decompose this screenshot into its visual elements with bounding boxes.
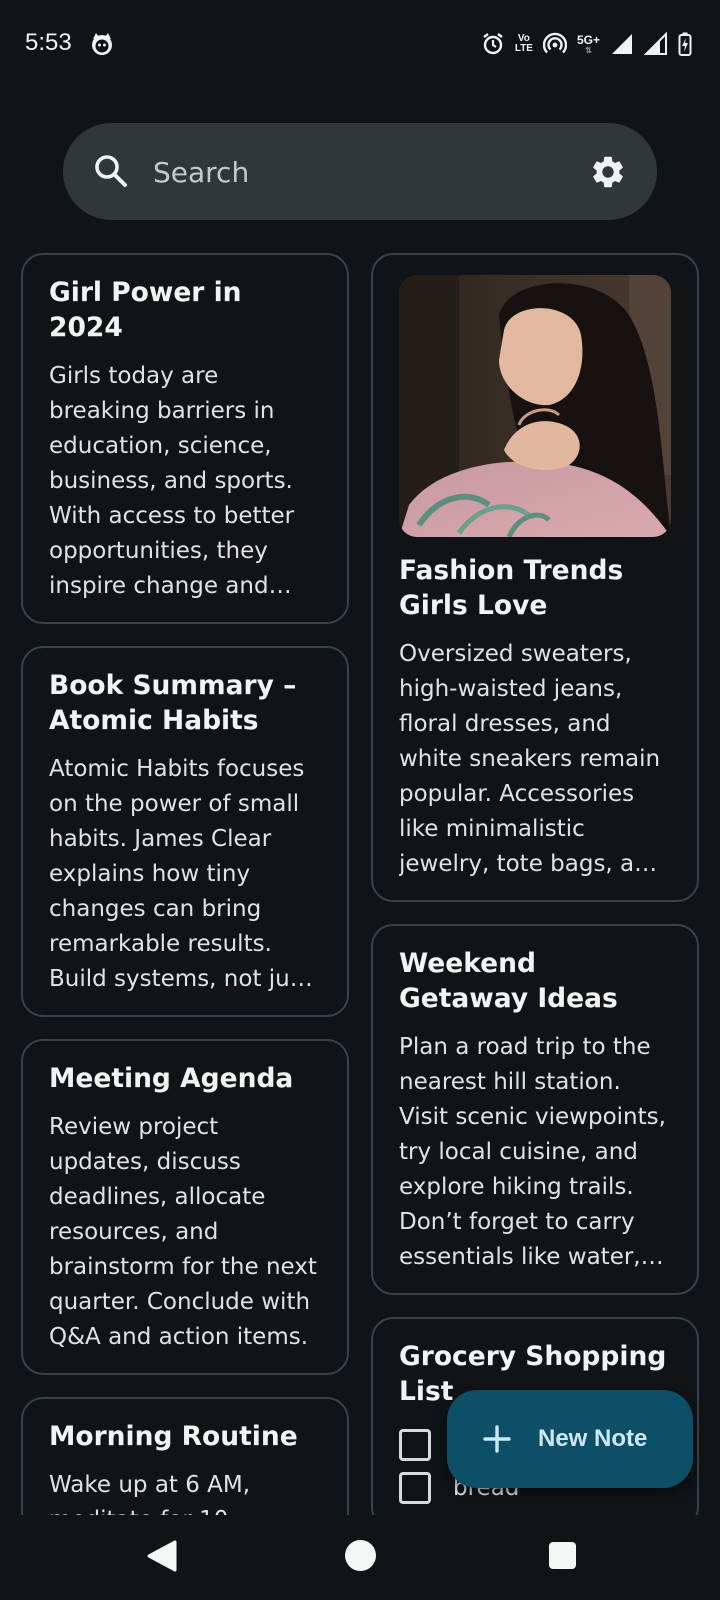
note-photo-girl <box>399 275 671 537</box>
home-icon[interactable] <box>345 1540 376 1571</box>
search-icon <box>95 155 127 187</box>
status-bar: 5:53 Vo LTE 5G+ ⇅ <box>0 0 720 88</box>
note-body: Girls today are breaking barriers in edu… <box>49 363 295 599</box>
back-icon[interactable] <box>147 1540 177 1572</box>
checkbox[interactable] <box>399 1428 431 1461</box>
volte-indicator: Vo LTE <box>514 33 533 54</box>
note-card-atomic-habits[interactable]: Book Summary – Atomic Habits Atomic Habi… <box>21 646 349 1017</box>
note-card-fashion-trends[interactable]: Fashion Trends Girls Love Oversized swea… <box>371 253 699 902</box>
notes-app: 5:53 Vo LTE 5G+ ⇅ Search Girl Power in 2… <box>0 0 720 1600</box>
new-note-label: New Note <box>538 1425 648 1452</box>
recent-apps-icon[interactable] <box>549 1542 576 1569</box>
note-card-weekend-getaway[interactable]: Weekend Getaway Ideas Plan a road trip t… <box>371 924 699 1295</box>
note-body: Atomic Habits focuses on the power of sm… <box>49 756 311 992</box>
note-title: Morning Routine <box>49 1421 298 1452</box>
network-indicator: 5G+ ⇅ <box>576 33 600 55</box>
note-title: Fashion Trends Girls Love <box>399 555 624 621</box>
note-body: Review project updates, discuss deadline… <box>49 1114 317 1350</box>
search-input[interactable] <box>153 147 553 197</box>
search-bar[interactable] <box>63 123 657 220</box>
app-notification-icon <box>92 33 112 55</box>
checkbox[interactable] <box>399 1471 431 1504</box>
notes-column-left: Girl Power in 2024 Girls today are break… <box>21 253 349 1600</box>
new-note-button[interactable]: New Note <box>447 1390 693 1488</box>
gear-icon[interactable] <box>589 153 627 191</box>
note-card-girl-power[interactable]: Girl Power in 2024 Girls today are break… <box>21 253 349 624</box>
status-time: 5:53 <box>25 29 72 56</box>
note-body: Oversized sweaters, high-waisted jeans, … <box>399 641 664 877</box>
note-body: Plan a road trip to the nearest hill sta… <box>399 1034 666 1270</box>
hotspot-icon <box>542 32 567 54</box>
alarm-icon <box>483 33 503 55</box>
note-title: Weekend Getaway Ideas <box>399 948 618 1014</box>
signal-strength-2-icon <box>644 32 667 55</box>
plus-icon <box>483 1425 511 1453</box>
system-nav-bar <box>0 1515 720 1600</box>
status-icons: Vo LTE 5G+ ⇅ <box>481 28 692 60</box>
battery-charging-icon <box>678 32 692 56</box>
note-title: Book Summary – Atomic Habits <box>49 670 297 736</box>
notes-column-right: Fashion Trends Girls Love Oversized swea… <box>371 253 699 1551</box>
note-card-meeting-agenda[interactable]: Meeting Agenda Review project updates, d… <box>21 1039 349 1375</box>
note-title: Girl Power in 2024 <box>49 277 242 343</box>
signal-strength-icon <box>612 34 632 54</box>
note-title: Meeting Agenda <box>49 1063 294 1094</box>
